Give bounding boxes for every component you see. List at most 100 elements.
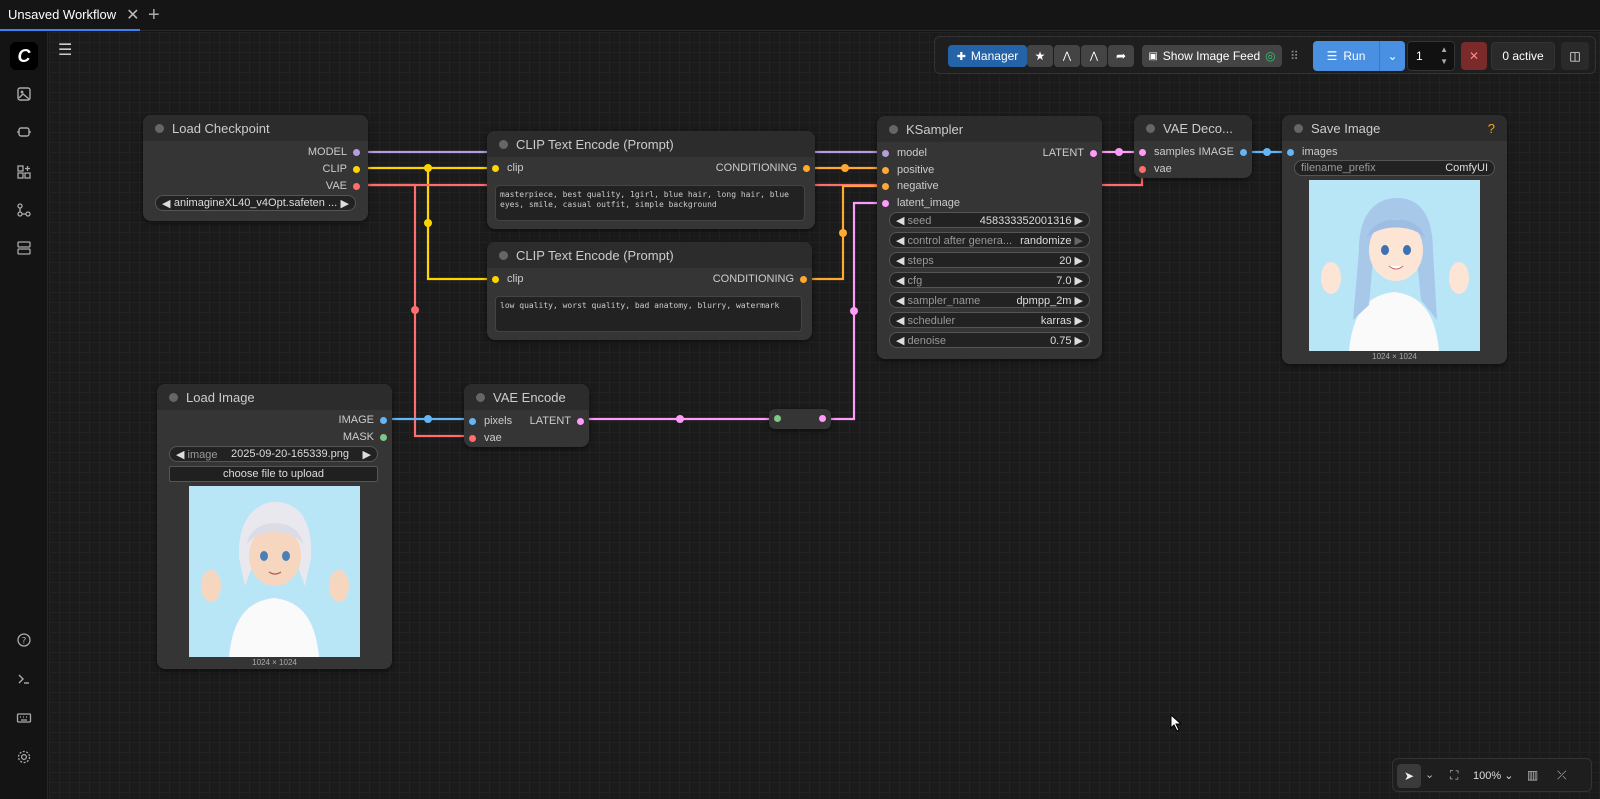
tree-icon: ⋀ — [1089, 50, 1099, 62]
input-negative[interactable]: negative — [882, 180, 939, 192]
filename-prefix-widget[interactable]: filename_prefix ComfyUI — [1294, 160, 1495, 176]
share-button[interactable]: ➦ — [1108, 45, 1134, 67]
output-conditioning[interactable]: CONDITIONING — [716, 162, 810, 174]
output-image[interactable]: IMAGE — [1199, 146, 1247, 158]
node-title: CLIP Text Encode (Prompt) — [516, 136, 674, 152]
help-icon[interactable]: ? — [1488, 121, 1495, 136]
collapse-dot-icon[interactable] — [499, 250, 508, 260]
output-image-preview — [1309, 180, 1480, 351]
mouse-cursor-icon — [1170, 714, 1182, 732]
node-title: Load Checkpoint — [172, 120, 270, 136]
tree-icon: ⋀ — [1062, 50, 1072, 62]
denoise-widget[interactable]: ◀ denoise 0.75 ▶ — [889, 332, 1090, 348]
canvas-controls: ➤ ⌄ ⛶ 100% ⌄ ▥ ⤫ — [1392, 758, 1592, 792]
input-vae[interactable]: vae — [469, 432, 502, 444]
collapse-dot-icon[interactable] — [155, 123, 164, 133]
show-image-feed-button[interactable]: ▣ Show Image Feed ◎ — [1142, 45, 1282, 67]
collapse-dot-icon[interactable] — [1146, 123, 1155, 133]
select-pointer-icon[interactable]: ➤ — [1397, 764, 1421, 788]
node-load-checkpoint[interactable]: Load Checkpoint MODEL CLIP VAE ◀ animagin… — [143, 115, 368, 221]
control-after-generate-widget[interactable]: ◀ control after genera... randomize ▶ — [889, 232, 1090, 248]
output-latent[interactable]: LATENT — [1043, 147, 1097, 159]
collapse-dot-icon[interactable] — [476, 392, 485, 402]
batch-count-input[interactable]: 1 ▲ ▼ — [1407, 41, 1455, 71]
star-icon: ★ — [1034, 49, 1046, 63]
arrow-right-icon: ▶ — [340, 197, 349, 210]
output-conditioning[interactable]: CONDITIONING — [713, 273, 807, 285]
panel-icon: ◫ — [1569, 49, 1581, 63]
model-download-button[interactable]: ⋀ — [1054, 45, 1080, 67]
input-clip[interactable]: clip — [492, 162, 524, 174]
collapse-dot-icon[interactable] — [889, 124, 898, 134]
sampler-name-widget[interactable]: ◀ sampler_name dpmpp_2m ▶ — [889, 292, 1090, 308]
input-model[interactable]: model — [882, 147, 927, 159]
run-button[interactable]: ☰ Run — [1313, 41, 1379, 71]
steps-widget[interactable]: ◀ steps 20 ▶ — [889, 252, 1090, 268]
puzzle-icon: ✚ — [956, 50, 966, 63]
share-arrow-icon: ➦ — [1115, 49, 1127, 63]
scheduler-widget[interactable]: ◀ scheduler karras ▶ — [889, 312, 1090, 328]
active-queue-button[interactable]: 0 active — [1491, 42, 1555, 70]
reroute-input-dot[interactable] — [774, 415, 781, 422]
model-search-button[interactable]: ⋀ — [1081, 45, 1107, 67]
input-positive[interactable]: positive — [882, 164, 934, 176]
toggle-links-icon[interactable]: ⤫ — [1557, 768, 1567, 783]
image-size-caption: 1024 × 1024 — [1372, 352, 1417, 361]
collapse-dot-icon[interactable] — [1294, 123, 1303, 133]
collapse-dot-icon[interactable] — [169, 392, 178, 402]
node-title: VAE Encode — [493, 389, 566, 405]
stepper-arrows-icon: ▲ ▼ — [1440, 45, 1448, 66]
manager-button[interactable]: ✚ Manager — [948, 45, 1027, 67]
run-options-dropdown[interactable]: ⌄ — [1379, 41, 1405, 71]
reroute-node[interactable] — [769, 409, 831, 429]
ckpt-name-combo[interactable]: ◀ animagineXL40_v4Opt.safeten ... ▶ — [155, 195, 356, 211]
output-mask[interactable]: MASK — [343, 431, 387, 443]
minimap-icon[interactable]: ▥ — [1527, 768, 1538, 782]
output-model[interactable]: MODEL — [308, 146, 360, 158]
output-vae[interactable]: VAE — [326, 180, 360, 192]
input-pixels[interactable]: pixels — [469, 415, 512, 427]
input-latent-image[interactable]: latent_image — [882, 197, 960, 209]
choose-file-upload-button[interactable]: choose file to upload — [169, 466, 378, 482]
node-title: Save Image — [1311, 120, 1381, 136]
zoom-level[interactable]: 100% ⌄ — [1473, 769, 1513, 782]
input-image-preview — [189, 486, 360, 657]
drag-handle-icon[interactable]: ⠿ — [1290, 49, 1299, 63]
seed-widget[interactable]: ◀ seed 458333352001316 ▶ — [889, 212, 1090, 228]
output-latent[interactable]: LATENT — [530, 415, 584, 427]
collapse-dot-icon[interactable] — [499, 139, 508, 149]
output-image[interactable]: IMAGE — [339, 414, 387, 426]
arrow-left-icon: ◀ — [162, 197, 171, 210]
cfg-widget[interactable]: ◀ cfg 7.0 ▶ — [889, 272, 1090, 288]
fit-view-icon[interactable]: ⛶ — [1450, 768, 1458, 783]
top-toolbar: ✚ Manager ★ ⋀ ⋀ ➦ ▣ Show Image Feed ◎ ⠿ ☰ Ru… — [934, 36, 1596, 74]
prompt-textarea[interactable]: masterpiece, best quality, 1girl, blue h… — [495, 185, 805, 221]
node-load-image[interactable]: Load Image IMAGE MASK ◀ image 2025-09-20-… — [157, 384, 392, 669]
input-samples[interactable]: samples — [1139, 146, 1195, 158]
node-title: VAE Deco... — [1163, 120, 1233, 136]
input-vae[interactable]: vae — [1139, 163, 1172, 175]
image-feed-icon: ▣ — [1148, 50, 1158, 62]
input-clip[interactable]: clip — [492, 273, 524, 285]
node-clip-text-encode-positive[interactable]: CLIP Text Encode (Prompt) clip CONDITION… — [487, 131, 815, 229]
image-combo[interactable]: ◀ image 2025-09-20-165339.png ▶ — [169, 446, 378, 462]
run-queue-icon: ☰ — [1326, 49, 1338, 63]
node-save-image[interactable]: Save Image? images filename_prefix ComfyU… — [1282, 115, 1507, 364]
node-ksampler[interactable]: KSampler model positive negative latent_… — [877, 116, 1102, 359]
prompt-textarea[interactable]: low quality, worst quality, bad anatomy,… — [495, 296, 802, 332]
node-title: Load Image — [186, 389, 255, 405]
node-vae-encode[interactable]: VAE Encode pixels vae LATENT — [464, 384, 589, 447]
node-title: KSampler — [906, 121, 964, 137]
node-title: CLIP Text Encode (Prompt) — [516, 247, 674, 263]
reroute-output-dot[interactable] — [819, 415, 826, 422]
image-size-caption: 1024 × 1024 — [252, 658, 297, 667]
output-clip[interactable]: CLIP — [323, 163, 360, 175]
node-clip-text-encode-negative[interactable]: CLIP Text Encode (Prompt) clip CONDITION… — [487, 242, 812, 340]
input-images[interactable]: images — [1287, 146, 1337, 158]
star-button[interactable]: ★ — [1027, 45, 1053, 67]
close-icon: ✕ — [1468, 49, 1480, 63]
chevron-down-icon[interactable]: ⌄ — [1425, 768, 1434, 781]
node-vae-decode[interactable]: VAE Deco... samples vae IMAGE — [1134, 115, 1252, 178]
toggle-panel-button[interactable]: ◫ — [1561, 42, 1589, 70]
cancel-button[interactable]: ✕ — [1461, 42, 1487, 70]
